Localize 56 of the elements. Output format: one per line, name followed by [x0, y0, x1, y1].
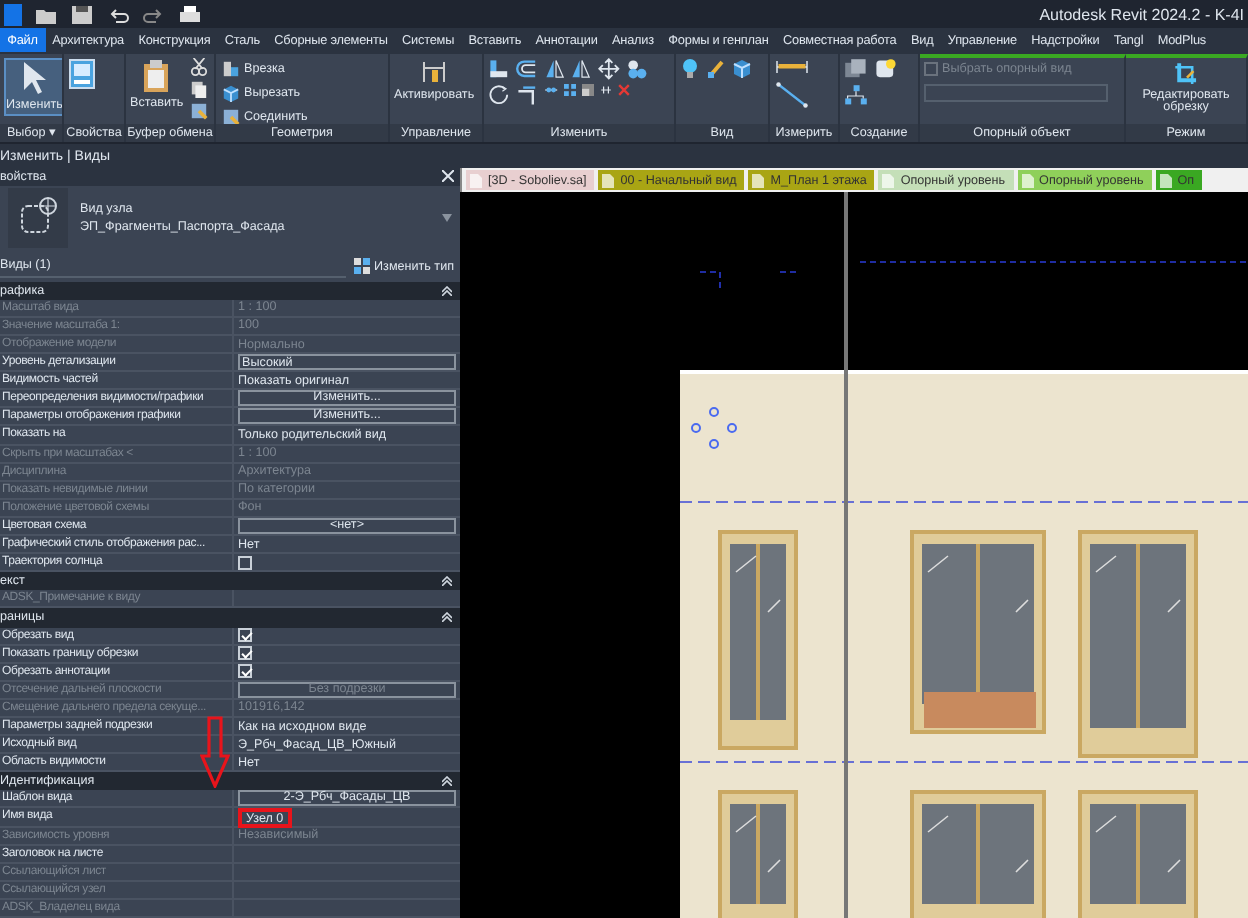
- collapse-icon[interactable]: [442, 576, 452, 587]
- dimension-icon[interactable]: [774, 58, 810, 76]
- collapse-icon[interactable]: [442, 612, 452, 623]
- undo-icon[interactable]: [106, 3, 130, 25]
- rotate-icon[interactable]: [488, 83, 510, 106]
- mirror-icon[interactable]: [570, 58, 593, 80]
- edit-type-icon: [354, 258, 371, 275]
- view-icon: [752, 173, 765, 187]
- window-title: Autodesk Revit 2024.2 - K-4I: [1039, 5, 1244, 23]
- copy-objects-icon[interactable]: [625, 58, 648, 80]
- view-icon: [602, 173, 615, 187]
- move-icon[interactable]: [598, 58, 620, 80]
- trim-icon[interactable]: [515, 83, 538, 106]
- save-icon[interactable]: [70, 3, 94, 25]
- app-logo[interactable]: [4, 3, 22, 25]
- cube-icon: [222, 83, 240, 101]
- array-icon[interactable]: [563, 83, 576, 96]
- scale-icon[interactable]: [581, 83, 594, 96]
- view-icon: [882, 173, 895, 187]
- print-icon[interactable]: [178, 3, 202, 25]
- clipboard-icon: [142, 58, 171, 94]
- dropdown-field[interactable]: [924, 84, 1108, 102]
- cube-icon[interactable]: [732, 58, 752, 78]
- properties-icon[interactable]: [68, 58, 96, 90]
- mirror-icon[interactable]: [543, 58, 565, 80]
- pin-flag-icon: [420, 58, 449, 86]
- scissors-icon[interactable]: [189, 58, 208, 76]
- crop-icon: [1174, 62, 1198, 86]
- offset-icon[interactable]: [515, 58, 538, 80]
- collapse-icon[interactable]: [442, 285, 452, 296]
- cursor-icon: [18, 60, 51, 96]
- property-checkbox[interactable]: [238, 628, 252, 643]
- pin-icon[interactable]: [599, 83, 612, 96]
- box-icon[interactable]: [844, 58, 868, 80]
- paint-icon: [222, 107, 240, 124]
- join-icon: [222, 59, 240, 77]
- brush-icon[interactable]: [706, 58, 726, 78]
- view-icon: [1159, 173, 1172, 187]
- annotation-arrow: [200, 716, 230, 788]
- property-checkbox[interactable]: [238, 664, 252, 679]
- split-icon[interactable]: [543, 83, 558, 96]
- dropdown-caret-icon[interactable]: [442, 214, 452, 223]
- close-icon[interactable]: [442, 170, 454, 183]
- property-checkbox[interactable]: [238, 555, 252, 570]
- paint-icon[interactable]: [189, 102, 208, 120]
- collapse-icon[interactable]: [442, 776, 452, 787]
- align-icon[interactable]: [488, 58, 510, 80]
- assembly-icon[interactable]: [874, 58, 898, 80]
- redo-icon[interactable]: [142, 3, 166, 25]
- copy-icon[interactable]: [189, 80, 208, 98]
- view-icon: [1021, 173, 1034, 187]
- parts-icon[interactable]: [844, 83, 868, 106]
- lightbulb-icon[interactable]: [680, 58, 700, 78]
- diagonal-dimension-icon[interactable]: [774, 80, 810, 110]
- view-icon: [470, 173, 482, 187]
- property-checkbox[interactable]: [238, 646, 252, 661]
